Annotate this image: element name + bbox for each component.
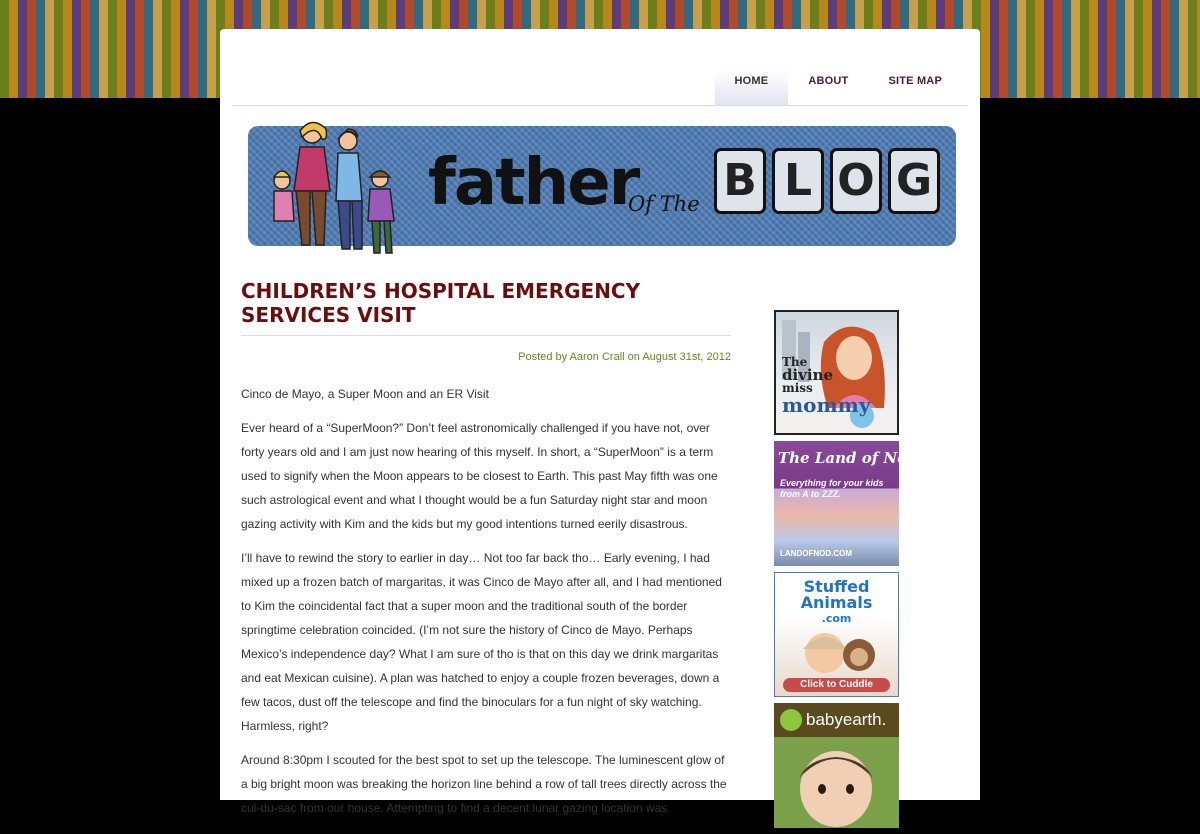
ad2-title: The Land of Nod [778, 449, 899, 467]
ad-land-of-nod[interactable]: The Land of Nod Everything for your kids… [774, 441, 899, 566]
banner-letter-b: B [714, 148, 766, 214]
banner-title-father: father [428, 146, 640, 220]
banner-title-of-the: Of The [628, 192, 700, 216]
ad3-line2: Animals [800, 593, 873, 612]
post-paragraph: Cinco de Mayo, a Super Moon and an ER Vi… [241, 387, 489, 401]
top-nav: HOME ABOUT SITE MAP [714, 69, 962, 105]
ad3-line3: .com [821, 612, 852, 625]
nav-sitemap[interactable]: SITE MAP [868, 69, 962, 105]
ad-stuffed-animals[interactable]: Stuffed Animals .com Click to Cuddle [774, 572, 899, 697]
sidebar-ads: The divine miss mommy The Land of Nod Ev… [774, 310, 899, 834]
ad2-tagline: Everything for your kids from A to ZZZ. [780, 478, 884, 499]
ad-baby-earth[interactable]: babyearth. [774, 703, 899, 828]
ad4-header: babyearth. [774, 703, 899, 737]
post-meta: Posted by Aaron Crall on August 31st, 20… [518, 351, 731, 363]
ad4-brand: babyearth. [806, 710, 887, 729]
ad3-cuddle-button[interactable]: Click to Cuddle [783, 678, 890, 692]
baby-photo-illustration [774, 737, 899, 828]
baby-earth-logo-icon [780, 709, 802, 731]
blog-post: CHILDREN’S HOSPITAL EMERGENCY SERVICES V… [241, 279, 731, 830]
ad1-line4: mommy [782, 393, 871, 417]
banner-letter-g: G [888, 148, 940, 214]
post-paragraph: Around 8:30pm I scouted for the best spo… [241, 753, 727, 815]
banner-letter-o: O [830, 148, 882, 214]
family-cartoon-illustration [272, 121, 395, 254]
nav-home[interactable]: HOME [714, 69, 789, 105]
page-container: HOME ABOUT SITE MAP father Of The B L O … [220, 29, 980, 828]
post-title[interactable]: CHILDREN’S HOSPITAL EMERGENCY SERVICES V… [241, 279, 731, 327]
post-paragraph: I’ll have to rewind the story to earlier… [241, 551, 722, 733]
post-paragraph: Ever heard of a “SuperMoon?” Don’t feel … [241, 421, 718, 531]
banner-letter-l: L [772, 148, 824, 214]
baby-with-monkey-illustration [803, 633, 875, 673]
ad2-url: LANDOFNOD.COM [780, 549, 852, 558]
ad-divine-miss-mommy[interactable]: The divine miss mommy [774, 310, 899, 435]
post-body: Cinco de Mayo, a Super Moon and an ER Vi… [241, 382, 731, 820]
post-title-divider [241, 335, 731, 336]
nav-divider [232, 105, 968, 106]
nav-about[interactable]: ABOUT [788, 69, 868, 105]
